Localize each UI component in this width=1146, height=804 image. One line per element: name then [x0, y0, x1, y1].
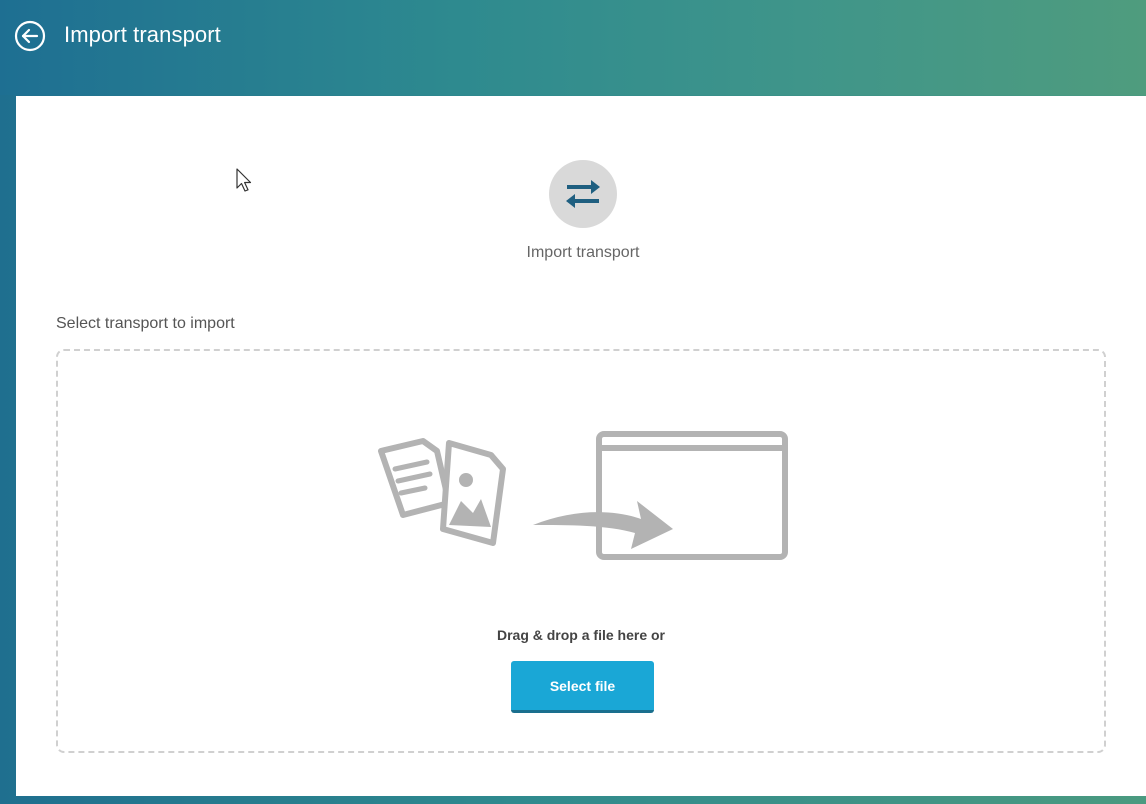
- back-arrow-circle-icon: [14, 20, 46, 52]
- mouse-cursor-icon: [236, 168, 252, 192]
- drop-instructions: Drag & drop a file here or: [496, 627, 666, 643]
- import-card: Import transport Select transport to imp…: [16, 96, 1146, 796]
- header-bar: Import transport: [0, 0, 1146, 95]
- select-file-button[interactable]: Select file: [511, 661, 654, 713]
- import-step-icon: [549, 160, 617, 228]
- section-label: Select transport to import: [56, 315, 235, 332]
- back-button[interactable]: [14, 20, 46, 52]
- page-title: Import transport: [64, 22, 221, 47]
- file-dropzone[interactable]: Drag & drop a file here or Select file: [56, 349, 1106, 753]
- step-label: Import transport: [526, 244, 640, 261]
- transfer-arrows-icon: [566, 180, 600, 208]
- files-to-window-icon: [378, 431, 788, 560]
- app-window: Import transport Import transport Select…: [0, 0, 1146, 804]
